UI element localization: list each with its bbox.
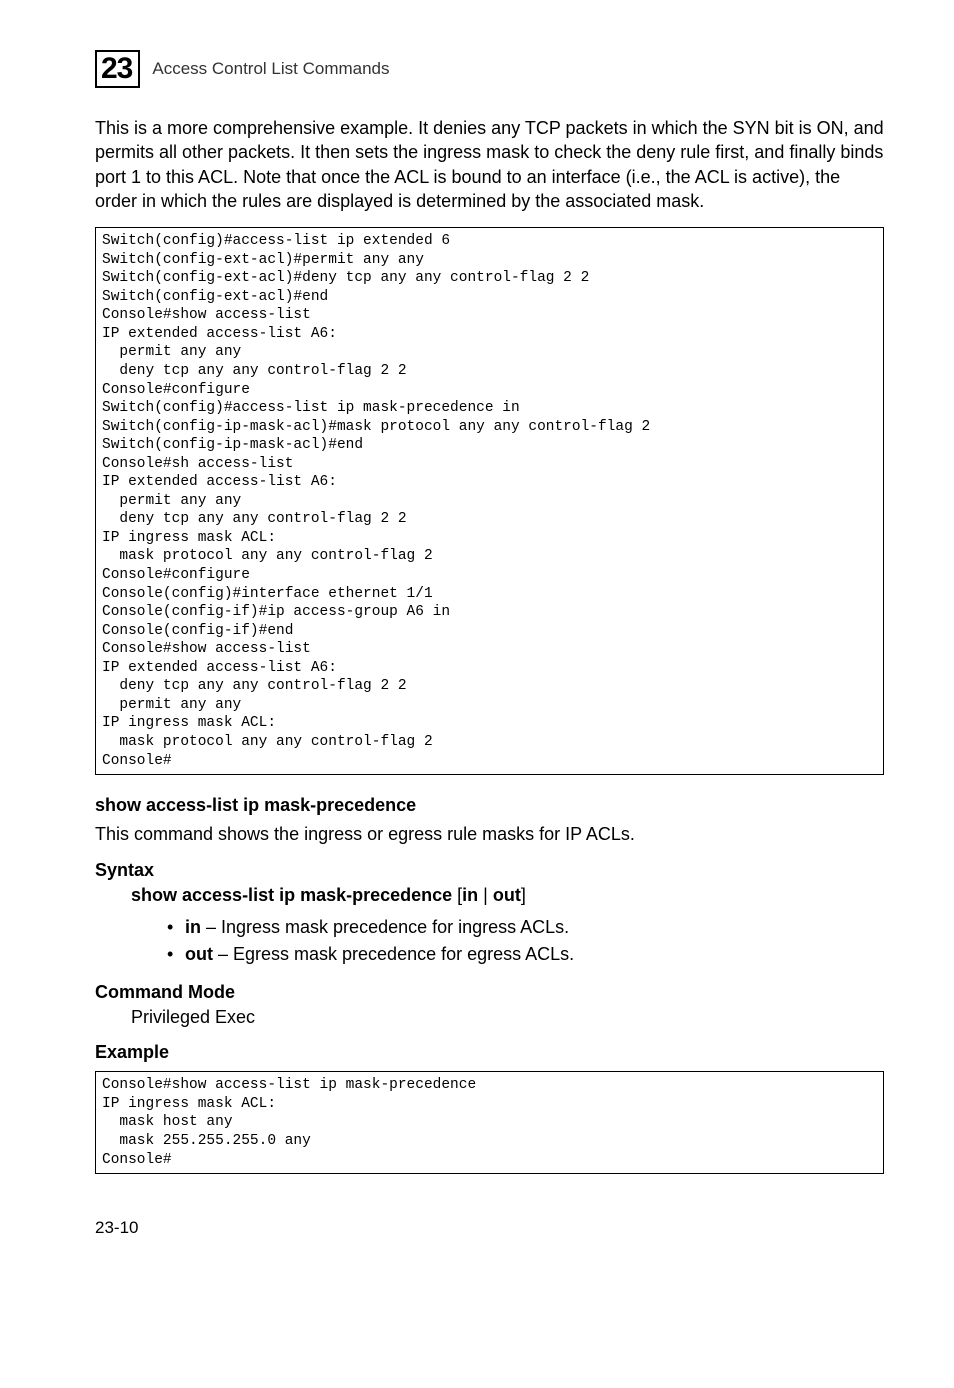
syntax-line: show access-list ip mask-precedence [in … [131,885,884,906]
command-description: This command shows the ingress or egress… [95,822,884,846]
code-block-1: Switch(config)#access-list ip extended 6… [95,227,884,775]
list-item: out – Egress mask precedence for egress … [167,941,884,968]
syntax-opt-out: out [493,885,521,905]
command-heading: show access-list ip mask-precedence [95,795,884,816]
header-title: Access Control List Commands [152,59,389,79]
syntax-bracket-close: ] [521,885,526,905]
page-header: 23 Access Control List Commands [95,50,884,88]
option-keyword: in [185,917,201,937]
option-keyword: out [185,944,213,964]
option-text: – Egress mask precedence for egress ACLs… [213,944,574,964]
chapter-number-box: 23 [95,50,140,88]
syntax-bracket-open: [ [452,885,462,905]
syntax-command: show access-list ip mask-precedence [131,885,452,905]
code-block-2: Console#show access-list ip mask-precede… [95,1071,884,1174]
chapter-number: 23 [101,52,132,85]
command-mode-value: Privileged Exec [131,1007,884,1028]
option-text: – Ingress mask precedence for ingress AC… [201,917,569,937]
options-list: in – Ingress mask precedence for ingress… [167,914,884,968]
syntax-heading: Syntax [95,860,884,881]
syntax-opt-sep: | [478,885,493,905]
intro-paragraph: This is a more comprehensive example. It… [95,116,884,213]
syntax-opt-in: in [462,885,478,905]
example-heading: Example [95,1042,884,1063]
page-number: 23-10 [95,1218,884,1238]
page-container: 23 Access Control List Commands This is … [0,0,954,1278]
list-item: in – Ingress mask precedence for ingress… [167,914,884,941]
command-mode-heading: Command Mode [95,982,884,1003]
